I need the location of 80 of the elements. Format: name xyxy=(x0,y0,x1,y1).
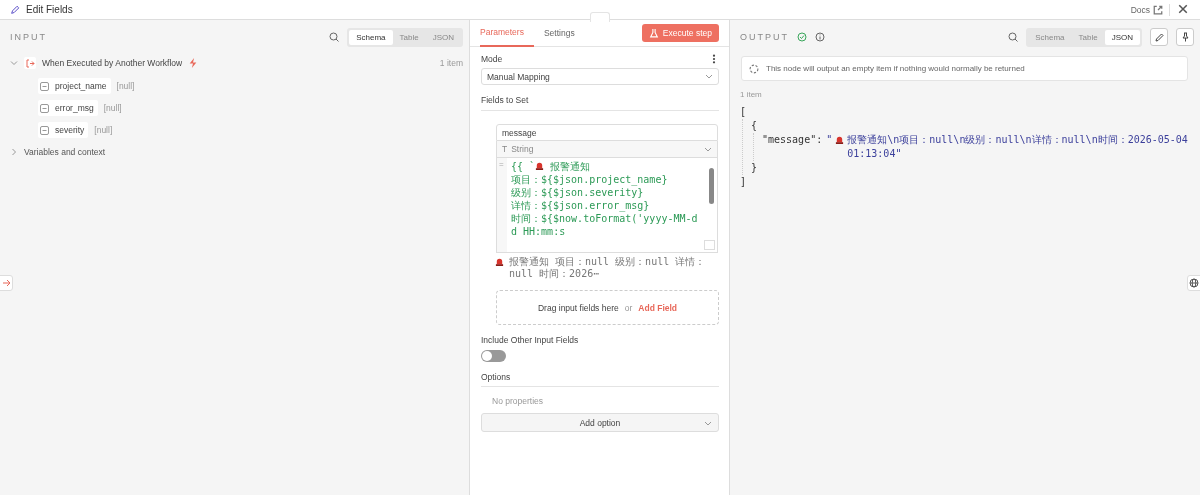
arrow-right-icon[interactable] xyxy=(0,275,13,291)
siren-icon xyxy=(495,257,504,266)
item-count: 1 item xyxy=(740,90,763,99)
node-name: When Executed by Another Workflow xyxy=(42,58,183,68)
type-icon: T xyxy=(502,144,508,154)
json-quote: " xyxy=(826,133,833,147)
field-chip[interactable]: project_name xyxy=(38,78,111,94)
notice-text: This node will output an empty item if nothing would normally be returned xyxy=(766,64,1025,73)
field-type-icon xyxy=(40,81,49,91)
caret-icon xyxy=(704,146,712,152)
scrollbar[interactable] xyxy=(709,168,714,204)
external-link-icon xyxy=(1153,4,1163,15)
mode-select[interactable]: Manual Mapping xyxy=(481,68,719,85)
drag-handle[interactable] xyxy=(590,12,610,22)
panel-heading: OUTPUT xyxy=(740,32,789,42)
close-button[interactable] xyxy=(1169,3,1190,16)
or-label: or xyxy=(624,302,633,313)
field-value: [null] xyxy=(103,103,122,113)
field-name: project_name xyxy=(55,81,107,91)
field-chip[interactable]: error_msg xyxy=(38,100,98,116)
result-preview: 报警通知 项目：null 级别：null 详情：null 时间：2026⋯ xyxy=(509,256,707,280)
panel-heading: INPUT xyxy=(10,32,47,42)
lightning-icon xyxy=(188,58,199,68)
field-chip[interactable]: severity xyxy=(38,122,89,138)
view-tab[interactable]: Schema xyxy=(349,29,393,45)
check-circle-icon xyxy=(797,32,807,42)
field-value: [null] xyxy=(116,81,135,91)
info-icon[interactable] xyxy=(815,32,825,42)
field-type-icon xyxy=(40,103,49,113)
flask-icon xyxy=(648,28,659,38)
search-icon[interactable] xyxy=(1008,32,1019,42)
field-name: error_msg xyxy=(55,103,94,113)
add-option-button[interactable]: Add option xyxy=(481,413,719,432)
view-tab[interactable]: JSON xyxy=(1104,29,1140,45)
panel-title: Edit Fields xyxy=(26,4,73,15)
item-count: 1 item xyxy=(439,58,463,68)
type-label: String xyxy=(511,144,534,154)
siren-icon xyxy=(535,161,545,170)
json-bracket: ] xyxy=(740,175,748,189)
section-label: Options xyxy=(481,372,719,387)
empty-message: No properties xyxy=(492,396,545,406)
json-key: "message": xyxy=(762,133,823,147)
pencil-icon xyxy=(10,4,20,15)
json-bracket: } xyxy=(751,161,759,175)
tab[interactable]: Settings xyxy=(543,19,585,47)
code-line: {{ ` 报警通知 xyxy=(511,160,592,173)
pin-button[interactable] xyxy=(1176,28,1194,46)
view-switcher[interactable]: Schema Table JSON xyxy=(1026,27,1142,47)
field-type-icon xyxy=(40,125,49,135)
field-label: Include Other Input Fields xyxy=(481,335,580,345)
field-name: severity xyxy=(55,125,85,135)
node-icon xyxy=(24,57,36,69)
caret-icon xyxy=(705,74,713,79)
view-switcher[interactable]: Schema Table JSON xyxy=(347,27,463,47)
field-value: [null] xyxy=(94,125,113,135)
close-icon xyxy=(1178,3,1188,14)
globe-icon[interactable] xyxy=(1187,275,1200,291)
code-editor[interactable]: = {{ ` 报警通知 项目：${$json.project_name} 级别：${$json.severity} 详情：${$json.error_msg} 时间：${$now.toFormat('yyyy-MM-dd HH:mm:s xyxy=(496,158,718,253)
type-select[interactable]: T String xyxy=(496,141,718,158)
field-label: Mode xyxy=(481,54,503,64)
section-label: Fields to Set xyxy=(481,95,719,111)
siren-icon xyxy=(835,135,845,144)
json-value: 报警通知\n项目：null\n级别：null\n详情：null\n时间：2026-05-04 01:13:04" xyxy=(847,133,1189,161)
code-line: 详情：${$json.error_msg} xyxy=(511,199,651,212)
section-label[interactable]: Variables and context xyxy=(24,147,106,157)
json-bracket: { xyxy=(751,119,759,133)
caret-icon xyxy=(704,421,712,426)
code-line: 时间：${$now.toFormat('yyyy-MM-dd HH:mm:s xyxy=(511,212,699,238)
name-field[interactable]: message xyxy=(496,124,718,141)
pencil-icon[interactable] xyxy=(1154,32,1164,42)
code-line: 级别：${$json.severity} xyxy=(511,186,645,199)
dashed-circle-icon xyxy=(749,63,759,74)
equals-sign: = xyxy=(497,158,507,252)
search-icon[interactable] xyxy=(329,32,340,42)
json-bracket: [ xyxy=(740,105,748,119)
code-line: 项目：${$json.project_name} xyxy=(511,173,669,186)
toggle-switch[interactable] xyxy=(481,350,506,362)
drop-hint: Drag input fields here xyxy=(537,302,619,313)
pin-icon[interactable] xyxy=(1180,32,1190,42)
docs-link[interactable]: Docs xyxy=(1130,4,1163,15)
